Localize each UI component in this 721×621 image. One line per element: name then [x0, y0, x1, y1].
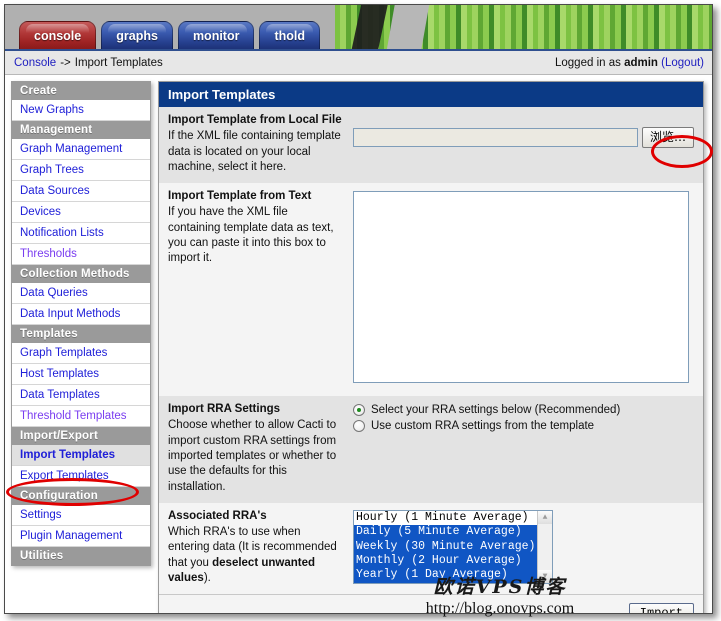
sidebar-item-settings[interactable]: Settings	[12, 505, 150, 526]
sidebar-item-import-templates[interactable]: Import Templates	[12, 445, 150, 466]
rra-multiselect[interactable]: Hourly (1 Minute Average) Daily (5 Minut…	[353, 509, 553, 584]
rra-option-list: Hourly (1 Minute Average) Daily (5 Minut…	[354, 511, 537, 583]
header-banner: console graphs monitor thold	[5, 5, 712, 51]
associated-rras-description: Which RRA's to use when entering data (I…	[168, 526, 337, 584]
primary-tab-bar: console graphs monitor thold	[19, 21, 325, 49]
tab-console[interactable]: console	[19, 21, 97, 49]
sidebar-item-devices[interactable]: Devices	[12, 202, 150, 223]
local-file-title: Import Template from Local File	[168, 114, 342, 126]
sidebar-item-thresholds[interactable]: Thresholds	[12, 244, 150, 265]
radio-selected-icon	[353, 404, 365, 417]
sidebar-item-plugin-management[interactable]: Plugin Management	[12, 526, 150, 547]
from-text-title: Import Template from Text	[168, 190, 312, 203]
associated-rras-label: Associated RRA's Which RRA's to use when…	[168, 509, 353, 586]
panel-footer: Import	[159, 594, 703, 613]
sidebar-item-data-queries[interactable]: Data Queries	[12, 283, 150, 304]
rra-option-daily[interactable]: Daily (5 Minute Average)	[354, 525, 537, 540]
section-associated-rras: Associated RRA's Which RRA's to use when…	[159, 502, 703, 595]
import-button[interactable]: Import	[628, 602, 694, 613]
local-file-description: If the XML file containing template data…	[168, 130, 341, 173]
sidebar-item-graph-trees[interactable]: Graph Trees	[12, 160, 150, 181]
page-title: Import Templates	[159, 82, 703, 107]
tab-monitor[interactable]: monitor	[177, 21, 255, 49]
radio-unselected-icon	[353, 420, 365, 433]
sidebar-group-utilities: Utilities	[12, 547, 150, 565]
sidebar-nav: Create New Graphs Management Graph Manag…	[11, 81, 151, 566]
rra-option-monthly[interactable]: Monthly (2 Hour Average)	[354, 554, 537, 569]
tab-thold-label: thold	[274, 28, 306, 43]
xml-paste-textarea[interactable]	[353, 191, 689, 384]
browser-page: console graphs monitor thold Console -> …	[4, 4, 713, 614]
radio-option-recommended[interactable]: Select your RRA settings below (Recommen…	[353, 404, 694, 417]
tab-monitor-label: monitor	[192, 28, 240, 43]
rra-settings-label: Import RRA Settings Choose whether to al…	[168, 402, 353, 495]
file-picker-row: 浏览…	[353, 113, 694, 148]
scroll-up-icon[interactable]: ▲	[538, 510, 552, 524]
sidebar-group-collection-methods: Collection Methods	[12, 265, 150, 283]
sidebar-group-create: Create	[12, 82, 150, 100]
logout-link[interactable]: (Logout)	[661, 57, 704, 69]
radio-option-recommended-label: Select your RRA settings below (Recommen…	[371, 404, 621, 417]
sidebar-item-data-input-methods[interactable]: Data Input Methods	[12, 304, 150, 325]
breadcrumb-separator: ->	[60, 56, 71, 69]
breadcrumb-current: Import Templates	[74, 56, 163, 69]
rra-settings-description: Choose whether to allow Cacti to import …	[168, 419, 337, 493]
screenshot-root: console graphs monitor thold Console -> …	[0, 0, 721, 621]
local-file-label: Import Template from Local File If the X…	[168, 113, 353, 175]
rra-settings-title: Import RRA Settings	[168, 403, 281, 416]
rra-option-weekly[interactable]: Weekly (30 Minute Average)	[354, 539, 537, 555]
login-status: Logged in as admin (Logout)	[555, 57, 704, 69]
sidebar-item-data-templates[interactable]: Data Templates	[12, 385, 150, 406]
section-import-rra-settings: Import RRA Settings Choose whether to al…	[159, 396, 703, 503]
sidebar-group-import-export: Import/Export	[12, 427, 150, 445]
sidebar-item-host-templates[interactable]: Host Templates	[12, 364, 150, 385]
logged-in-prefix: Logged in as	[555, 56, 621, 69]
scroll-down-icon[interactable]: ▼	[538, 569, 552, 583]
from-text-control	[353, 189, 694, 388]
sidebar-item-threshold-templates[interactable]: Threshold Templates	[12, 406, 150, 427]
from-text-description: If you have the XML file containing temp…	[168, 206, 334, 265]
from-text-label: Import Template from Text If you have th…	[168, 189, 353, 266]
associated-rras-control: Hourly (1 Minute Average) Daily (5 Minut…	[353, 509, 694, 584]
sidebar-item-export-templates[interactable]: Export Templates	[12, 466, 150, 487]
rra-settings-control: Select your RRA settings below (Recommen…	[353, 402, 694, 436]
section-import-from-text: Import Template from Text If you have th…	[159, 183, 703, 397]
page-body: Create New Graphs Management Graph Manag…	[5, 75, 712, 613]
radio-option-custom[interactable]: Use custom RRA settings from the templat…	[353, 420, 694, 433]
sidebar-group-templates: Templates	[12, 325, 150, 343]
breadcrumb: Console -> Import Templates	[14, 57, 163, 69]
associated-rras-desc-part2: ).	[203, 571, 211, 584]
tab-thold[interactable]: thold	[259, 21, 321, 49]
rra-scrollbar[interactable]: ▲ ▼	[537, 510, 552, 583]
breadcrumb-console-link[interactable]: Console	[14, 57, 56, 69]
sidebar-item-graph-management[interactable]: Graph Management	[12, 139, 150, 160]
logged-in-username: admin	[624, 56, 658, 69]
browse-button[interactable]: 浏览…	[641, 127, 694, 148]
sidebar-item-notification-lists[interactable]: Notification Lists	[12, 223, 150, 244]
file-path-input[interactable]	[353, 128, 638, 147]
rra-option-yearly[interactable]: Yearly (1 Day Average)	[354, 568, 537, 583]
associated-rras-title: Associated RRA's	[168, 509, 267, 522]
tab-graphs[interactable]: graphs	[101, 21, 173, 49]
sidebar-item-data-sources[interactable]: Data Sources	[12, 181, 150, 202]
sidebar-group-management: Management	[12, 121, 150, 139]
main-panel: Import Templates Import Template from Lo…	[158, 81, 704, 613]
breadcrumb-bar: Console -> Import Templates Logged in as…	[5, 51, 712, 75]
sidebar-group-configuration: Configuration	[12, 487, 150, 505]
rra-option-hourly[interactable]: Hourly (1 Minute Average)	[354, 511, 537, 525]
cacti-logo-art	[335, 5, 712, 49]
sidebar-item-graph-templates[interactable]: Graph Templates	[12, 343, 150, 364]
tab-graphs-label: graphs	[116, 28, 158, 43]
section-import-local-file: Import Template from Local File If the X…	[159, 107, 703, 184]
radio-option-custom-label: Use custom RRA settings from the templat…	[371, 420, 595, 433]
tab-console-label: console	[34, 28, 82, 43]
sidebar-item-new-graphs[interactable]: New Graphs	[12, 100, 150, 121]
local-file-control: 浏览…	[353, 113, 694, 148]
